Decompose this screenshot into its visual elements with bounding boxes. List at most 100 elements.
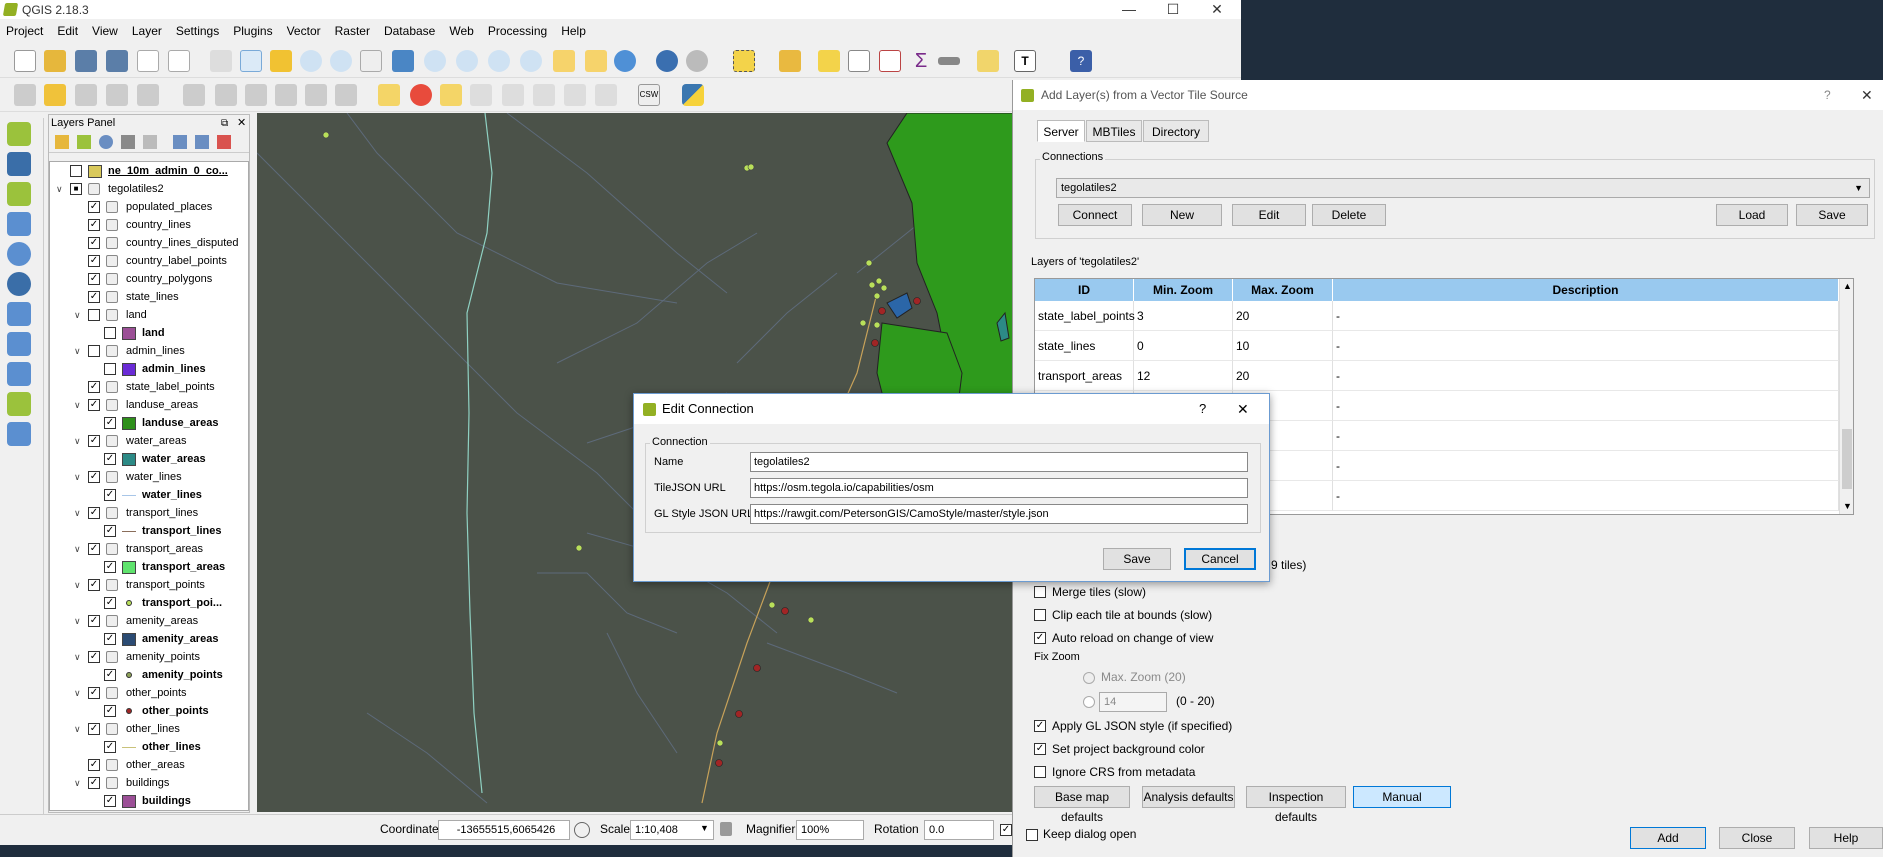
add-wcs-icon[interactable] [7,272,31,296]
current-edits-icon[interactable] [14,84,36,106]
layer-tree-row[interactable]: ✓ buildings [50,792,248,810]
add-wms-icon[interactable] [7,242,31,266]
layer-tree-row[interactable]: ✓ transport_lines [50,522,248,540]
select-features-icon[interactable] [733,50,755,72]
new-project-icon[interactable] [14,50,36,72]
layer-visibility-checkbox[interactable]: ✓ [88,651,100,663]
python-console-icon[interactable] [682,84,704,106]
add-raster-layer-icon[interactable] [7,152,31,176]
layer-tree-row[interactable]: ✓ amenity_areas [50,630,248,648]
table-cell[interactable]: - [1333,451,1839,481]
zoom-layer-icon[interactable] [456,50,478,72]
table-scrollbar[interactable]: ▲ ▼ [1839,279,1853,514]
table-cell[interactable]: - [1333,331,1839,361]
layer-visibility-checkbox[interactable] [88,309,100,321]
layer-visibility-checkbox[interactable]: ✓ [104,489,116,501]
add-wfs-icon[interactable] [7,302,31,326]
show-bookmarks-icon[interactable] [585,50,607,72]
expand-arrow-icon[interactable]: ∨ [74,540,84,558]
whats-this-icon[interactable]: ? [1070,50,1092,72]
table-cell[interactable]: - [1333,361,1839,391]
expand-arrow-icon[interactable]: ∨ [74,684,84,702]
zoom-native-icon[interactable] [360,50,382,72]
csw-icon[interactable]: CSW [638,84,660,106]
magnifier-spinbox[interactable]: 100% [796,820,864,840]
option-checkbox[interactable] [1034,766,1046,778]
menu-item-help[interactable]: Help [561,24,586,38]
menu-item-view[interactable]: View [92,24,118,38]
menu-item-settings[interactable]: Settings [176,24,219,38]
layer-tree-row[interactable]: ✓ amenity_points [50,666,248,684]
layer-visibility-checkbox[interactable] [88,345,100,357]
layer-tree-row[interactable]: ✓ country_lines_disputed [50,234,248,252]
layer-visibility-checkbox[interactable]: ✓ [104,795,116,807]
layer-tree-row[interactable]: ne_10m_admin_0_co... [50,162,248,180]
layer-visibility-checkbox[interactable] [70,165,82,177]
new-print-composer-icon[interactable] [137,50,159,72]
save-button[interactable]: Save [1796,204,1868,226]
tab-mbtiles[interactable]: MBTiles [1086,120,1142,142]
save-button[interactable]: Save [1103,548,1171,570]
layer-tree-row[interactable]: ✓ transport_areas [50,558,248,576]
style-layer-icon[interactable] [55,135,69,149]
expand-arrow-icon[interactable]: ∨ [56,180,66,198]
max-zoom-radio[interactable] [1083,672,1095,684]
layer-visibility-checkbox[interactable]: ✓ [88,219,100,231]
field-calculator-icon[interactable] [879,50,901,72]
column-header-max-zoom[interactable]: Max. Zoom [1233,279,1333,301]
close-icon[interactable]: ✕ [1861,80,1873,110]
layer-tree-row[interactable]: ∨ ✓ landuse_areas [50,396,248,414]
save-edits-icon[interactable] [75,84,97,106]
layer-tree-row[interactable]: ∨ ✓ amenity_areas [50,612,248,630]
text-annotation-icon[interactable]: T [1014,50,1036,72]
load-button[interactable]: Load [1716,204,1788,226]
table-cell[interactable]: 12 [1134,361,1233,391]
expand-arrow-icon[interactable]: ∨ [74,648,84,666]
toggle-editing-icon[interactable] [44,84,66,106]
expand-arrow-icon[interactable]: ∨ [74,576,84,594]
zoom-in-icon[interactable] [300,50,322,72]
move-feature-icon[interactable] [183,84,205,106]
menu-item-processing[interactable]: Processing [488,24,547,38]
maximize-button[interactable]: ☐ [1151,0,1195,19]
layer-visibility-checkbox[interactable]: ✓ [88,543,100,555]
zoom-last-icon[interactable] [488,50,510,72]
layer-visibility-checkbox[interactable]: ✓ [88,615,100,627]
layer-tree-row[interactable]: ✓ other_points [50,702,248,720]
add-spatialite-icon[interactable] [7,212,31,236]
column-header-min-zoom[interactable]: Min. Zoom [1134,279,1233,301]
layer-visibility-checkbox[interactable]: ✓ [104,525,116,537]
menu-item-database[interactable]: Database [384,24,435,38]
close-button[interactable]: Close [1719,827,1795,849]
option-checkbox[interactable] [1034,586,1046,598]
add-circular-string-icon[interactable] [137,84,159,106]
touch-zoom-icon[interactable] [210,50,232,72]
layer-visibility-checkbox[interactable]: ✓ [88,579,100,591]
table-cell[interactable]: 0 [1134,331,1233,361]
layer-visibility-checkbox[interactable] [104,327,116,339]
inspection-defaults-button[interactable]: Inspection defaults [1246,786,1346,824]
table-cell[interactable]: - [1333,391,1839,421]
layer-tree-row[interactable]: ∨ ✓ buildings [50,774,248,792]
scroll-up-icon[interactable]: ▲ [1843,281,1852,291]
scale-dropdown-icon[interactable]: ▼ [700,823,709,833]
layer-tree-row[interactable]: admin_lines [50,360,248,378]
save-project-icon[interactable] [75,50,97,72]
select-by-expression-icon[interactable] [779,50,801,72]
add-group-icon[interactable] [77,135,91,149]
expand-arrow-icon[interactable]: ∨ [74,432,84,450]
table-cell[interactable]: 10 [1233,331,1333,361]
option-checkbox[interactable]: ✓ [1034,720,1046,732]
close-icon[interactable]: ✕ [1237,394,1249,424]
layer-tree-row[interactable]: ∨ ✓ transport_lines [50,504,248,522]
close-panel-icon[interactable]: ✕ [237,115,246,131]
layer-tree-row[interactable]: ✓ country_polygons [50,270,248,288]
menu-item-layer[interactable]: Layer [132,24,162,38]
table-cell[interactable]: 20 [1233,301,1333,331]
fixed-zoom-radio[interactable] [1083,696,1095,708]
rotation-spinbox[interactable]: 0.0 [924,820,994,840]
table-cell[interactable]: - [1333,421,1839,451]
map-tips-icon[interactable] [977,50,999,72]
edit-button[interactable]: Edit [1232,204,1306,226]
attribute-table-icon[interactable] [848,50,870,72]
